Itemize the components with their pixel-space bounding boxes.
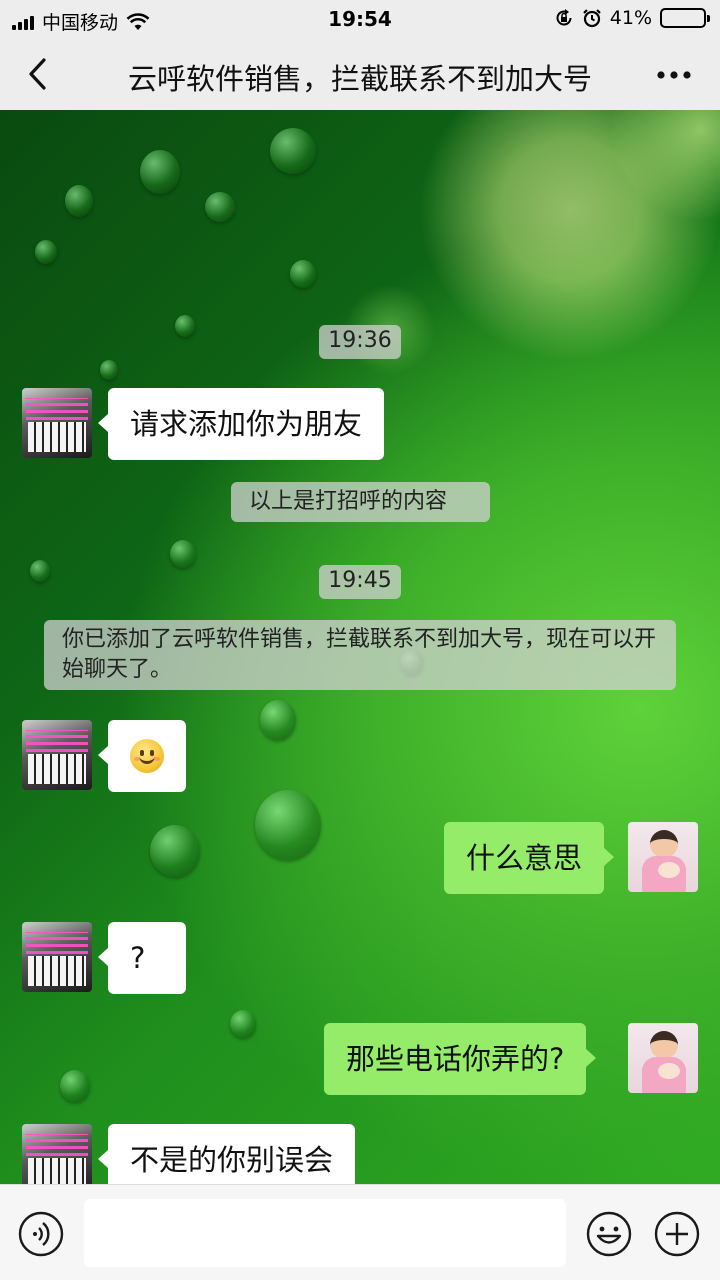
contact-avatar[interactable] bbox=[22, 922, 92, 992]
timestamp-pill: 19:45 bbox=[319, 565, 401, 599]
my-avatar[interactable] bbox=[628, 1023, 698, 1093]
input-bar bbox=[0, 1184, 720, 1280]
status-right: 41% bbox=[554, 7, 710, 29]
message-bubble-outgoing[interactable]: 那些电话你弄的? bbox=[324, 1023, 597, 1095]
water-drop bbox=[170, 540, 196, 568]
contact-avatar[interactable] bbox=[22, 720, 92, 790]
more-dots-icon[interactable] bbox=[654, 60, 694, 90]
water-drop bbox=[100, 360, 118, 380]
message-bubble-incoming[interactable]: 请求添加你为朋友 bbox=[97, 388, 385, 460]
water-drop bbox=[30, 560, 50, 582]
battery-icon bbox=[660, 8, 710, 28]
my-avatar[interactable] bbox=[628, 822, 698, 892]
water-drop bbox=[230, 1010, 256, 1038]
message-bubble-incoming[interactable]: ? bbox=[98, 922, 186, 994]
plus-icon[interactable] bbox=[654, 1211, 700, 1257]
contact-avatar[interactable] bbox=[22, 388, 92, 458]
message-bubble-outgoing[interactable]: 什么意思 bbox=[444, 822, 615, 894]
water-drop bbox=[260, 700, 296, 740]
alarm-icon bbox=[582, 9, 601, 28]
voice-icon[interactable] bbox=[18, 1211, 64, 1257]
emoji-icon[interactable] bbox=[586, 1211, 632, 1257]
battery-percent: 41% bbox=[609, 7, 652, 29]
water-drop bbox=[255, 790, 321, 860]
water-drop bbox=[150, 825, 200, 877]
status-bar: 中国移动 19:54 41% bbox=[0, 0, 720, 38]
water-drop bbox=[270, 128, 316, 174]
message-bubble-incoming[interactable] bbox=[98, 720, 186, 792]
smiley-emoji-icon bbox=[130, 739, 164, 773]
timestamp-pill: 19:36 bbox=[319, 325, 401, 359]
chat-title: 云呼软件销售，拦截联系不到加大号 bbox=[127, 62, 592, 96]
message-input[interactable] bbox=[84, 1199, 566, 1267]
orientation-lock-icon bbox=[556, 9, 572, 26]
contact-avatar[interactable] bbox=[22, 1124, 92, 1184]
water-drop bbox=[60, 1070, 90, 1102]
chat-area[interactable]: 19:36 请求添加你为朋友 以上是打招呼的内容 19:45 你已添加了云呼软件… bbox=[0, 110, 720, 1184]
water-drop bbox=[205, 192, 235, 222]
water-drop bbox=[175, 315, 195, 337]
chat-header: 云呼软件销售，拦截联系不到加大号 bbox=[0, 38, 720, 110]
message-bubble-incoming[interactable]: 不是的你别误会 bbox=[97, 1124, 356, 1184]
chevron-left-icon[interactable] bbox=[22, 56, 58, 92]
water-drop bbox=[35, 240, 57, 264]
water-drop bbox=[290, 260, 316, 288]
system-note: 以上是打招呼的内容 bbox=[231, 482, 490, 522]
water-drop bbox=[65, 185, 93, 217]
water-drop bbox=[140, 150, 180, 194]
system-note: 你已添加了云呼软件销售，拦截联系不到加大号，现在可以开始聊天了。 bbox=[44, 620, 676, 690]
